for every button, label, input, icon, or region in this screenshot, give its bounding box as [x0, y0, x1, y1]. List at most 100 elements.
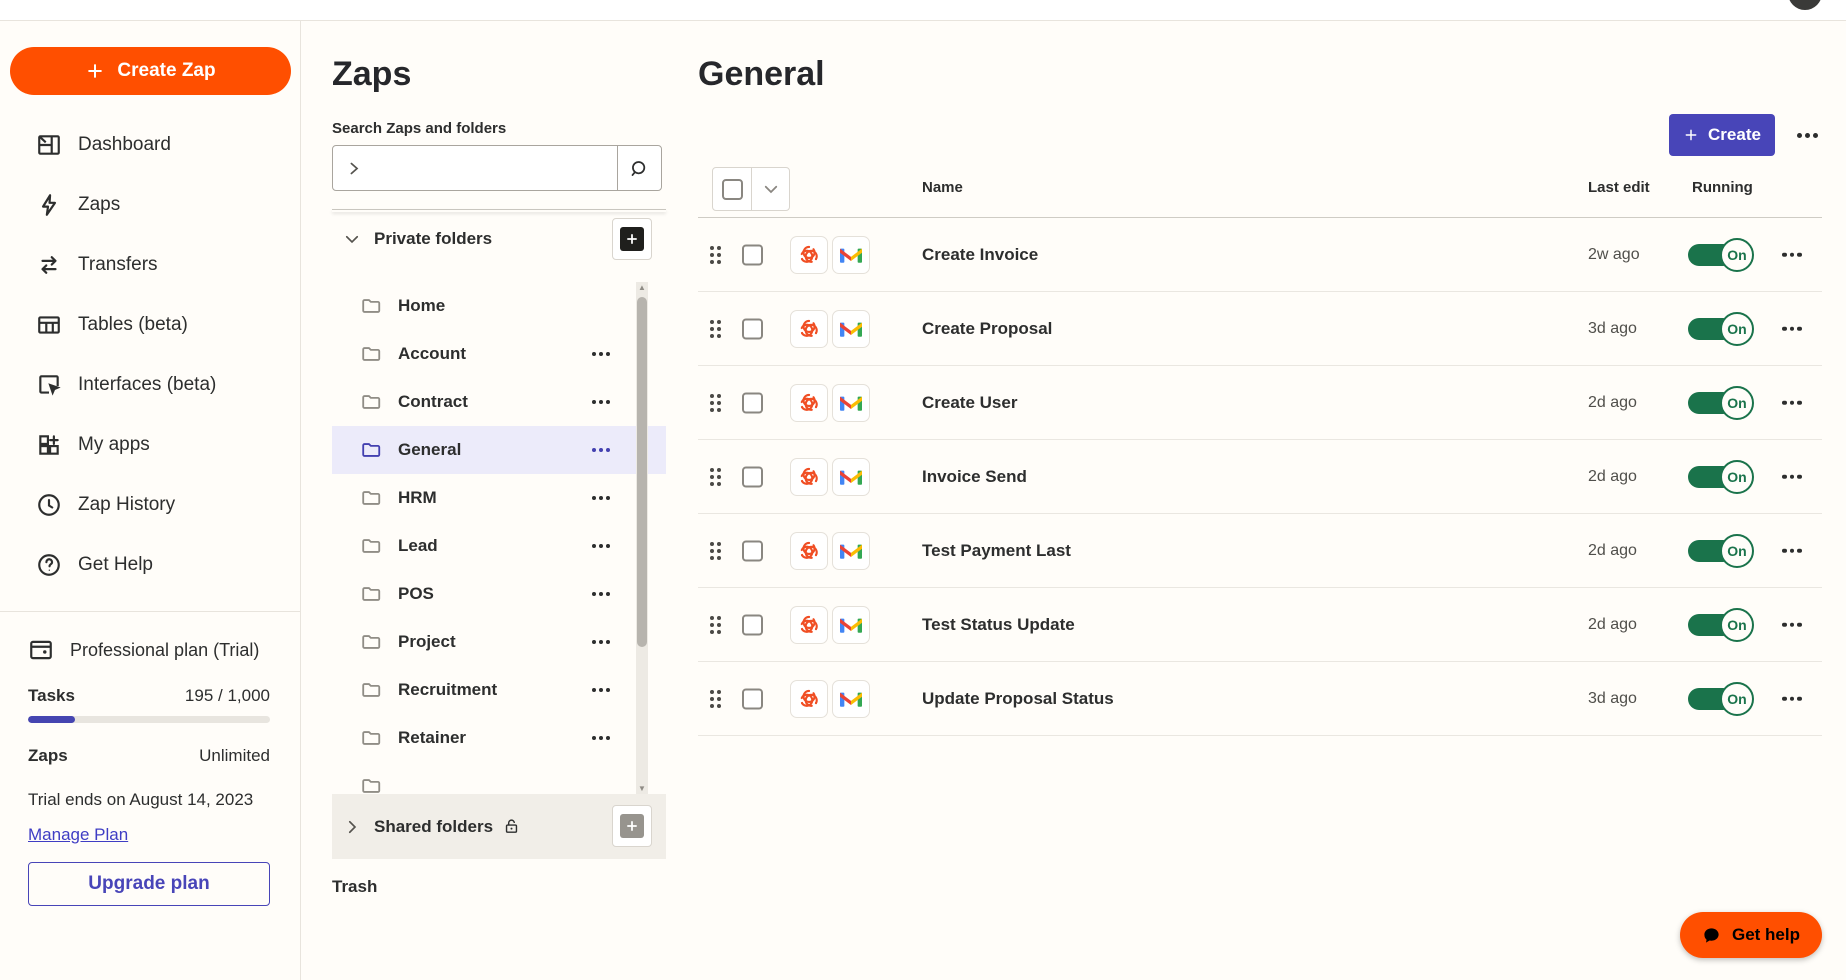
- zap-last-edit: 3d ago: [1588, 689, 1637, 707]
- folder-item-home[interactable]: Home: [332, 282, 666, 330]
- add-private-folder-button[interactable]: [612, 218, 652, 260]
- page-title: General: [698, 55, 825, 93]
- row-checkbox[interactable]: [742, 244, 763, 265]
- running-toggle[interactable]: On: [1688, 459, 1754, 494]
- zap-name[interactable]: Create Invoice: [922, 245, 1038, 265]
- drag-handle-icon[interactable]: [710, 467, 721, 486]
- folder-item-contract[interactable]: Contract: [332, 378, 666, 426]
- sidebar-item-tables-beta[interactable]: Tables (beta): [0, 295, 300, 355]
- folder-menu-button[interactable]: [592, 544, 610, 548]
- folder-item-general[interactable]: General: [332, 426, 666, 474]
- folder-item-item[interactable]: [332, 762, 666, 794]
- folder-item-recruitment[interactable]: Recruitment: [332, 666, 666, 714]
- webhooks-icon: [790, 679, 828, 718]
- trial-note: Trial ends on August 14, 2023: [28, 790, 254, 809]
- row-menu-button[interactable]: [1782, 696, 1802, 701]
- folder-menu-button[interactable]: [1797, 132, 1818, 138]
- running-toggle[interactable]: On: [1688, 385, 1754, 420]
- zap-name[interactable]: Invoice Send: [922, 467, 1027, 487]
- manage-plan-link[interactable]: Manage Plan: [28, 825, 128, 845]
- table-row: Test Status Update 2d ago On: [698, 588, 1822, 662]
- zap-name[interactable]: Update Proposal Status: [922, 689, 1114, 709]
- add-shared-folder-button[interactable]: [612, 805, 652, 847]
- table-row: Create Proposal 3d ago On: [698, 292, 1822, 366]
- search-button[interactable]: [617, 146, 661, 190]
- row-menu-button[interactable]: [1782, 400, 1802, 405]
- folder-item-retainer[interactable]: Retainer: [332, 714, 666, 762]
- drag-handle-icon[interactable]: [710, 689, 721, 708]
- shared-folders-header[interactable]: Shared folders: [332, 794, 666, 859]
- zap-name[interactable]: Create Proposal: [922, 319, 1052, 339]
- plan-title: Professional plan (Trial): [70, 639, 260, 660]
- row-menu-button[interactable]: [1782, 548, 1802, 553]
- folder-icon: [360, 295, 382, 317]
- sidebar-item-zap-history[interactable]: Zap History: [0, 475, 300, 535]
- folder-menu-button[interactable]: [592, 736, 610, 740]
- sidebar-item-my-apps[interactable]: My apps: [0, 415, 300, 475]
- folder-item-project[interactable]: Project: [332, 618, 666, 666]
- folder-item-account[interactable]: Account: [332, 330, 666, 378]
- running-toggle[interactable]: On: [1688, 311, 1754, 346]
- folder-menu-button[interactable]: [592, 592, 610, 596]
- create-button[interactable]: Create: [1669, 114, 1775, 156]
- private-folders-header[interactable]: Private folders: [332, 217, 666, 261]
- running-toggle[interactable]: On: [1688, 533, 1754, 568]
- drag-handle-icon[interactable]: [710, 245, 721, 264]
- row-checkbox[interactable]: [742, 318, 763, 339]
- search-input[interactable]: [373, 146, 617, 190]
- running-toggle[interactable]: On: [1688, 237, 1754, 272]
- sidebar-item-interfaces-beta[interactable]: Interfaces (beta): [0, 355, 300, 415]
- running-toggle[interactable]: On: [1688, 607, 1754, 642]
- scroll-down-icon[interactable]: ▼: [636, 783, 648, 794]
- upgrade-plan-button[interactable]: Upgrade plan: [28, 862, 270, 906]
- row-checkbox[interactable]: [742, 392, 763, 413]
- row-menu-button[interactable]: [1782, 326, 1802, 331]
- scroll-up-icon[interactable]: ▲: [636, 282, 648, 293]
- folder-scrollbar[interactable]: ▲ ▼: [636, 282, 648, 794]
- search-icon: [631, 160, 646, 176]
- row-menu-button[interactable]: [1782, 252, 1802, 257]
- avatar[interactable]: [1788, 0, 1822, 10]
- sidebar-item-dashboard[interactable]: Dashboard: [0, 115, 300, 175]
- folder-menu-button[interactable]: [592, 352, 610, 356]
- folder-menu-button[interactable]: [592, 400, 610, 404]
- drag-handle-icon[interactable]: [710, 393, 721, 412]
- drag-handle-icon[interactable]: [710, 615, 721, 634]
- folder-item-hrm[interactable]: HRM: [332, 474, 666, 522]
- row-checkbox[interactable]: [742, 614, 763, 635]
- folder-menu-button[interactable]: [592, 688, 610, 692]
- zap-name[interactable]: Test Status Update: [922, 615, 1075, 635]
- drag-handle-icon[interactable]: [710, 319, 721, 338]
- sidebar-item-zaps[interactable]: Zaps: [0, 175, 300, 235]
- zap-name[interactable]: Create User: [922, 393, 1017, 413]
- row-checkbox[interactable]: [742, 688, 763, 709]
- dashboard-icon: [36, 132, 62, 158]
- row-menu-button[interactable]: [1782, 474, 1802, 479]
- trash-link[interactable]: Trash: [332, 877, 377, 897]
- toggle-state-label: On: [1720, 385, 1754, 420]
- sidebar-divider: [0, 611, 300, 612]
- folder-menu-button[interactable]: [592, 496, 610, 500]
- row-menu-button[interactable]: [1782, 622, 1802, 627]
- folder-icon: [360, 439, 382, 461]
- sidebar-item-transfers[interactable]: Transfers: [0, 235, 300, 295]
- zap-name[interactable]: Test Payment Last: [922, 541, 1071, 561]
- shared-folders-label: Shared folders: [374, 816, 494, 836]
- folder-item-pos[interactable]: POS: [332, 570, 666, 618]
- lock-icon: [503, 818, 520, 835]
- column-name: Name: [922, 179, 963, 196]
- get-help-button[interactable]: Get help: [1679, 912, 1822, 958]
- folder-item-lead[interactable]: Lead: [332, 522, 666, 570]
- plan-panel: Professional plan (Trial) Tasks 195 / 1,…: [28, 637, 270, 906]
- sidebar-item-get-help[interactable]: Get Help: [0, 535, 300, 595]
- running-toggle[interactable]: On: [1688, 681, 1754, 716]
- drag-handle-icon[interactable]: [710, 541, 721, 560]
- row-checkbox[interactable]: [742, 540, 763, 561]
- row-checkbox[interactable]: [742, 466, 763, 487]
- scrollbar-thumb[interactable]: [637, 297, 647, 647]
- folder-icon: [360, 535, 382, 557]
- create-zap-button[interactable]: Create Zap: [10, 47, 291, 95]
- folder-menu-button[interactable]: [592, 640, 610, 644]
- toggle-state-label: On: [1720, 459, 1754, 494]
- folder-menu-button[interactable]: [592, 448, 610, 452]
